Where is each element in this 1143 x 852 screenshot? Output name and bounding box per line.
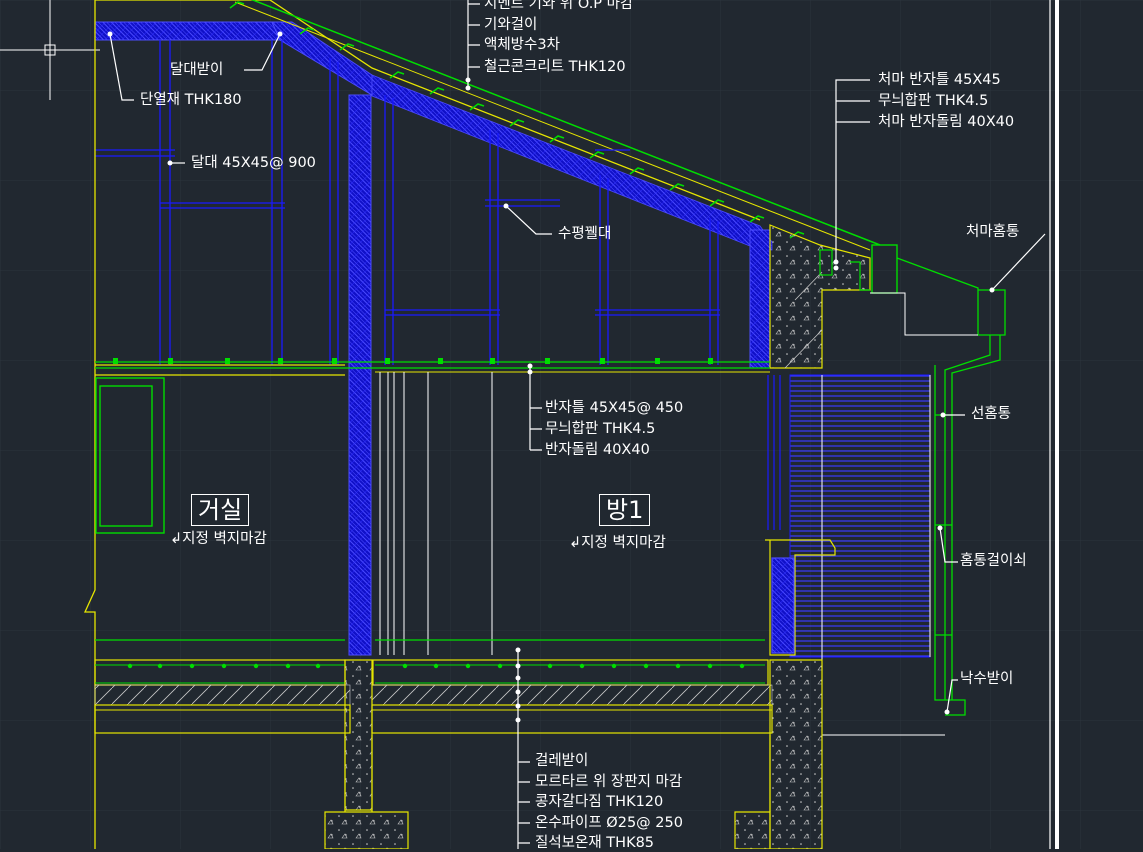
right-wall-insulation [749, 229, 771, 369]
label-ceiling-joist: 반자틀 45X45@ 450 [545, 400, 684, 416]
label-roof-rc-slab: 철근콘크리트 THK120 [484, 59, 626, 75]
label-eave-joist: 처마 반자틀 45X45 [878, 72, 1001, 88]
label-splash-block: 낙수받이 [960, 671, 1014, 687]
label-insulation: 단열재 THK180 [140, 92, 242, 108]
living-finish-note: ↲지정 벽지마감 [170, 530, 267, 548]
leader-hook-icon: ↲ [170, 531, 183, 547]
label-ceiling-rim: 반자돌림 40X40 [545, 442, 650, 458]
label-eave-plywood: 무늬합판 THK4.5 [878, 93, 989, 109]
label-ceiling-plywood: 무늬합판 THK4.5 [545, 421, 656, 437]
label-downpipe: 선홈통 [971, 406, 1012, 422]
label-roof-tile-batten: 기와걸이 [484, 17, 538, 33]
central-wall-insulation [348, 94, 372, 656]
label-eave-rim: 처마 반자돌림 40X40 [878, 114, 1015, 130]
room-tag-room1: 방1 [599, 494, 651, 526]
label-eave-gutter: 처마홈통 [966, 224, 1020, 240]
living-finish-text: 지정 벽지마감 [182, 531, 267, 547]
label-floor-heating: 온수파이프 Ø25@ 250 [535, 815, 683, 831]
label-pipe-bracket: 홈통걸이쇠 [960, 553, 1027, 569]
label-roof-cement-tile: 시멘트 기와 위 O.P 마감 [484, 0, 634, 12]
label-ceiling-hanger: 달대받이 [170, 62, 224, 78]
label-roof-waterproof: 액체방수3차 [484, 37, 560, 53]
label-floor-linoleum: 모르타르 위 장판지 마감 [535, 774, 683, 790]
label-floor-gravel: 콩자갈다짐 THK120 [535, 794, 664, 810]
leader-hook-icon: ↲ [569, 535, 582, 551]
label-horizontal-brace: 수평꿸대 [558, 226, 612, 242]
room1-finish-text: 지정 벽지마감 [581, 535, 666, 551]
room-tag-living: 거실 [191, 494, 250, 526]
label-floor-baseboard: 걸레받이 [535, 753, 589, 769]
room1-finish-note: ↲지정 벽지마감 [569, 534, 666, 552]
exterior-siding [789, 374, 931, 658]
label-hanger-spacing: 달대 45X45@ 900 [191, 155, 316, 171]
label-floor-insulation: 질석보온재 THK85 [535, 835, 655, 851]
